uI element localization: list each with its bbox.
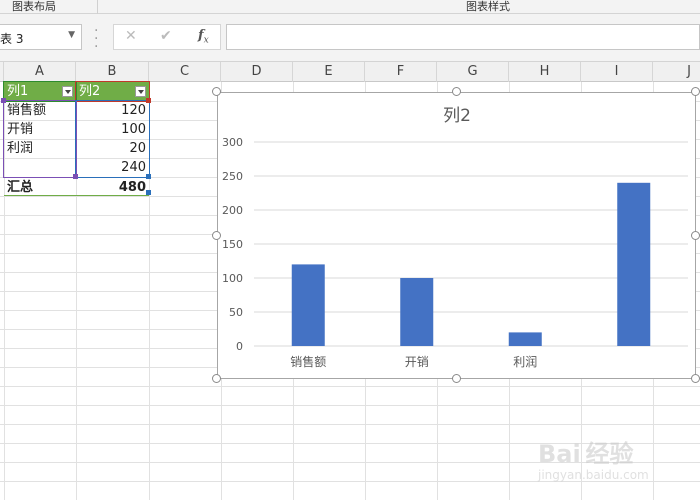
watermark-url: jingyan.baidu.com	[538, 468, 649, 482]
insert-function-icon[interactable]: fx	[198, 28, 209, 46]
bar[interactable]	[400, 278, 434, 346]
total-value[interactable]: 480	[76, 177, 149, 196]
formula-bar: 图表 3 ▼ ··· ✕ ✔ fx	[0, 14, 700, 62]
bar-chart[interactable]: 列2 0 50 100 150 200 250 300 销售额 开销 利润	[217, 92, 696, 379]
baidu-jingyan-watermark: Bai 经验 jingyan.baidu.com	[538, 426, 688, 496]
column-header-b[interactable]: B	[76, 62, 149, 82]
range-highlight-series-name	[3, 81, 77, 102]
resize-handle-right[interactable]	[691, 231, 700, 240]
column-header-i[interactable]: I	[581, 62, 653, 82]
range-handle[interactable]	[73, 174, 78, 179]
formula-input[interactable]	[226, 24, 700, 50]
y-tick-label: 250	[222, 170, 243, 183]
resize-handle-bottom-left[interactable]	[212, 374, 221, 383]
y-tick-label: 300	[222, 136, 243, 149]
name-box-value: 图表 3	[0, 32, 24, 46]
ribbon-group-labels: 图表布局 图表样式	[0, 0, 700, 14]
bar[interactable]	[617, 182, 651, 346]
ribbon-group-chart-styles[interactable]: 图表样式	[466, 0, 510, 14]
watermark-logo-text: Bai 经验	[538, 440, 634, 468]
range-highlight-series-title	[75, 81, 150, 102]
grid-row-line	[0, 405, 700, 406]
ribbon-separator	[97, 0, 98, 14]
confirm-icon[interactable]: ✔	[160, 28, 172, 44]
column-header-a[interactable]: A	[4, 62, 76, 82]
y-tick-label: 100	[222, 272, 243, 285]
resize-handle-top-left[interactable]	[212, 87, 221, 96]
resize-handle-bottom[interactable]	[452, 374, 461, 383]
column-header-g[interactable]: G	[437, 62, 509, 82]
y-tick-label: 200	[222, 204, 243, 217]
column-header-h[interactable]: H	[509, 62, 581, 82]
x-tick-label: 利润	[513, 355, 537, 369]
grid-row-line	[0, 386, 700, 387]
range-handle[interactable]	[146, 174, 151, 179]
y-tick-label: 150	[222, 238, 243, 251]
range-handle[interactable]	[146, 98, 151, 103]
range-handle[interactable]	[146, 190, 151, 195]
column-header-j[interactable]: J	[653, 62, 700, 82]
range-highlight-values	[75, 100, 150, 178]
resize-handle-left[interactable]	[212, 231, 221, 240]
chevron-down-icon[interactable]: ▼	[68, 30, 75, 40]
y-tick-label: 0	[236, 340, 243, 353]
name-box[interactable]: 图表 3 ▼	[0, 24, 82, 50]
cancel-icon[interactable]: ✕	[125, 28, 137, 44]
formula-buttons: ✕ ✔ fx	[113, 24, 221, 50]
x-tick-label: 销售额	[290, 354, 326, 369]
bar[interactable]	[291, 264, 325, 346]
resize-handle-top[interactable]	[452, 87, 461, 96]
column-header-f[interactable]: F	[365, 62, 437, 82]
chart-canvas: 列2 0 50 100 150 200 250 300 销售额 开销 利润	[222, 106, 688, 369]
column-headers: A B C D E F G H I J	[0, 62, 700, 82]
grid-row-line	[0, 424, 700, 425]
bar[interactable]	[508, 332, 542, 346]
x-tick-label: 开销	[405, 355, 429, 369]
column-header-c[interactable]: C	[149, 62, 221, 82]
column-header-d[interactable]: D	[221, 62, 293, 82]
resize-handle-bottom-right[interactable]	[691, 374, 700, 383]
range-highlight-categories	[3, 100, 77, 178]
column-header-e[interactable]: E	[293, 62, 365, 82]
ribbon-group-chart-layout[interactable]: 图表布局	[12, 0, 56, 14]
chart-title[interactable]: 列2	[443, 106, 471, 126]
range-handle[interactable]	[1, 98, 6, 103]
more-options-icon[interactable]: · · ·	[94, 24, 98, 54]
resize-handle-top-right[interactable]	[691, 87, 700, 96]
y-tick-label: 50	[229, 306, 243, 319]
total-label[interactable]: 汇总	[4, 177, 76, 196]
